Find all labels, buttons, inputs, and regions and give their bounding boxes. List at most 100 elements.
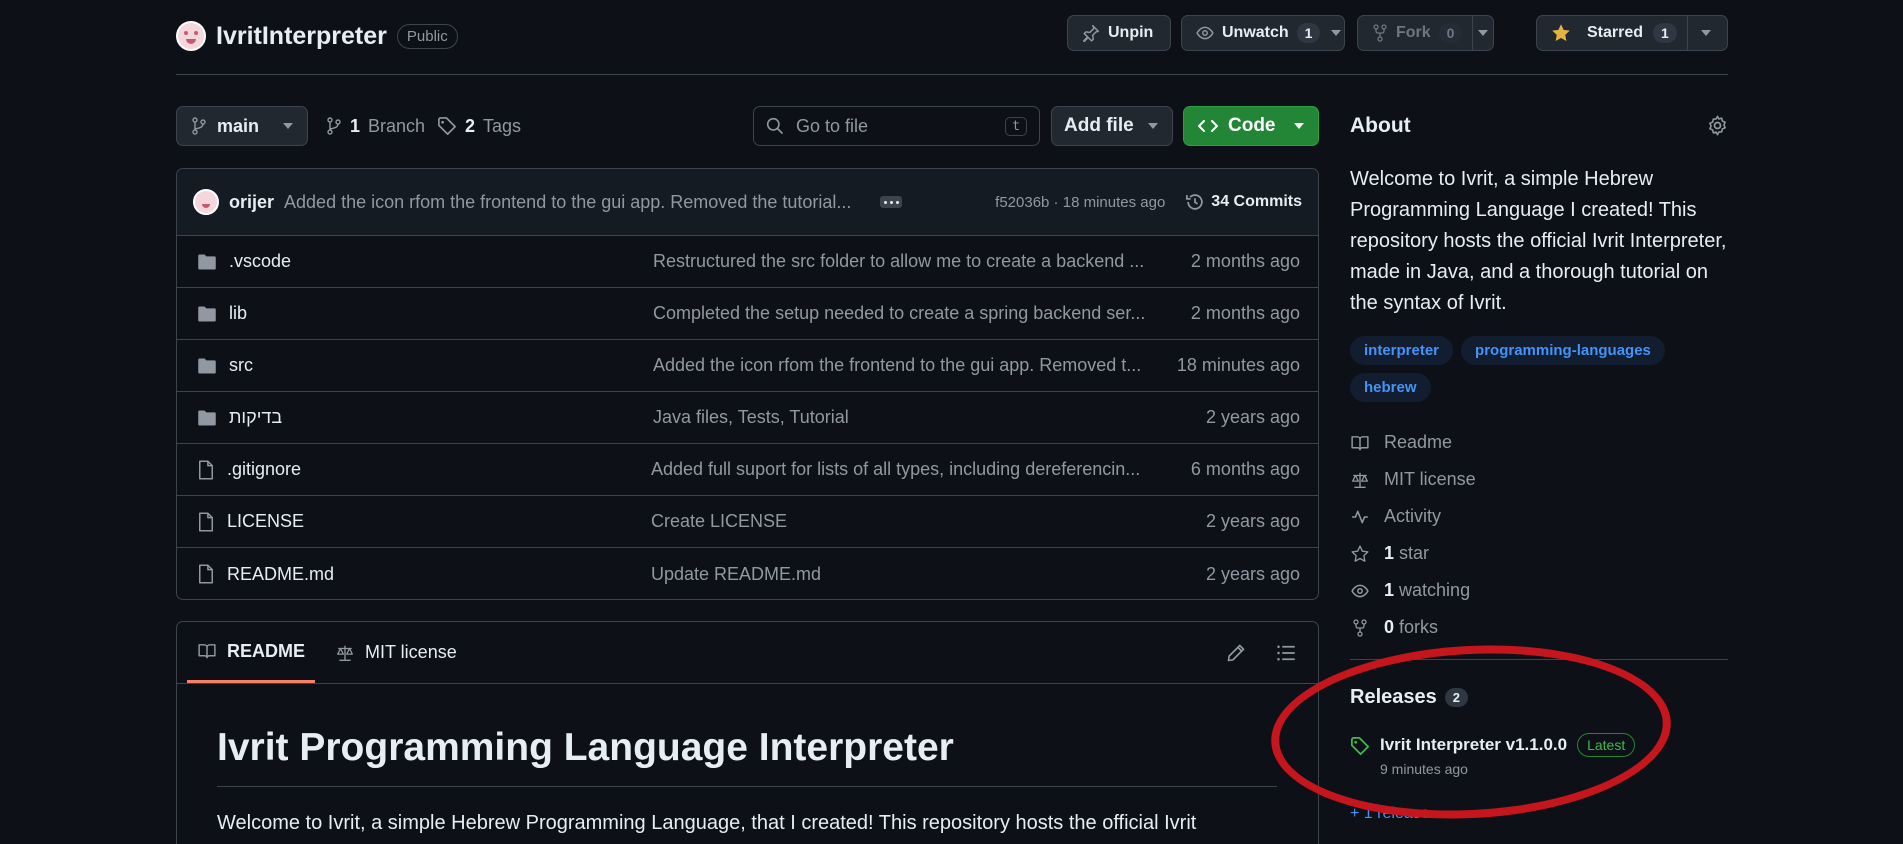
file-name[interactable]: .vscode <box>229 251 653 272</box>
file-row[interactable]: בדיקות Java files, Tests, Tutorial 2 years… <box>177 392 1318 444</box>
branch-label: Branch <box>368 115 426 136</box>
branch-icon <box>191 117 207 135</box>
topic-tag[interactable]: interpreter <box>1350 336 1454 365</box>
search-icon <box>766 117 784 135</box>
file-name[interactable]: README.md <box>227 564 651 585</box>
list-icon[interactable] <box>1276 643 1296 663</box>
branch-count: 1 <box>350 115 361 136</box>
readme-tabs: README MIT license <box>177 622 1318 684</box>
file-commit-date: 2 years ago <box>1205 511 1300 531</box>
expand-message-button[interactable] <box>880 196 903 208</box>
chevron-down-icon <box>1147 123 1158 129</box>
file-row[interactable]: README.md Update README.md 2 years ago <box>177 548 1318 599</box>
file-icon <box>197 512 215 532</box>
pulse-icon <box>1350 508 1370 526</box>
file-commit-message[interactable]: Added the icon rfom the frontend to the … <box>653 355 1177 376</box>
file-commit-message[interactable]: Restructured the src folder to allow me … <box>653 251 1191 272</box>
file-name[interactable]: lib <box>229 303 653 324</box>
gear-icon[interactable] <box>1707 115 1728 136</box>
file-browser: orijer Added the icon rfom the frontend … <box>176 168 1319 600</box>
file-commit-date: 18 minutes ago <box>1176 355 1300 375</box>
topic-tag[interactable]: programming-languages <box>1461 336 1665 365</box>
branch-selector[interactable]: main <box>176 106 308 146</box>
pencil-icon[interactable] <box>1226 643 1246 663</box>
tags-link[interactable]: 2 Tags <box>437 106 521 146</box>
file-icon <box>197 564 215 584</box>
about-description: Welcome to Ivrit, a simple Hebrew Progra… <box>1350 168 1727 314</box>
stars-link[interactable]: 1 star <box>1350 535 1476 572</box>
visibility-badge: Public <box>396 23 458 49</box>
book-icon <box>1350 434 1370 452</box>
file-row[interactable]: .gitignore Added full suport for lists of… <box>177 444 1318 496</box>
unpin-label: Unpin <box>1108 24 1154 41</box>
starred-button[interactable]: Starred 1 <box>1536 15 1728 51</box>
readme-actions <box>1226 643 1318 663</box>
activity-link-label: Activity <box>1384 506 1442 526</box>
go-to-file-input[interactable]: Go to file t <box>753 106 1040 146</box>
file-row[interactable]: LICENSE Create LICENSE 2 years ago <box>177 496 1318 548</box>
chevron-down-icon[interactable] <box>1328 16 1344 50</box>
file-name[interactable]: LICENSE <box>227 511 651 532</box>
readme-intro: Welcome to Ivrit, a simple Hebrew Progra… <box>217 812 1197 834</box>
about-title: About <box>1350 114 1411 137</box>
watching-link[interactable]: 1 watching <box>1350 572 1476 609</box>
folder-icon <box>197 409 217 427</box>
chevron-down-icon[interactable] <box>1472 16 1493 50</box>
file-commit-message[interactable]: Added full suport for lists of all types… <box>651 459 1191 480</box>
file-commit-message[interactable]: Java files, Tests, Tutorial <box>653 407 1206 428</box>
stars-count: 1 <box>1384 543 1395 563</box>
commits-count: 34 Commits <box>1211 193 1302 210</box>
unpin-button[interactable]: Unpin <box>1067 15 1171 51</box>
file-row[interactable]: src Added the icon rfom the frontend to t… <box>177 340 1318 392</box>
license-link[interactable]: MIT license <box>1350 461 1476 498</box>
author-avatar[interactable] <box>193 189 219 215</box>
file-row[interactable]: .vscode Restructured the src folder to al… <box>177 236 1318 288</box>
commits-link[interactable]: 34 Commits <box>1185 192 1302 212</box>
file-commit-message[interactable]: Create LICENSE <box>651 511 1206 532</box>
repo-name[interactable]: IvritInterpreter <box>216 22 387 51</box>
stars-label: star <box>1399 543 1430 563</box>
chevron-down-icon <box>1294 123 1304 129</box>
commit-hash[interactable]: f52036b · 18 minutes ago <box>995 194 1165 211</box>
forks-link[interactable]: 0 forks <box>1350 609 1476 646</box>
fork-button[interactable]: Fork 0 <box>1357 15 1494 51</box>
eye-icon <box>1350 582 1370 600</box>
fork-icon <box>1372 24 1388 42</box>
tab-readme[interactable]: README <box>187 622 316 683</box>
code-icon <box>1198 118 1218 134</box>
chevron-down-icon[interactable] <box>1686 16 1725 50</box>
owner-avatar[interactable] <box>176 21 206 51</box>
file-commit-date: 6 months ago <box>1190 459 1300 479</box>
branch-name: main <box>217 115 260 136</box>
tab-license-label: MIT license <box>365 642 457 662</box>
readme-title: Ivrit Programming Language Interpreter <box>217 726 954 769</box>
shortcut-key: t <box>1005 116 1027 136</box>
readme-link[interactable]: Readme <box>1350 424 1476 461</box>
file-name[interactable]: src <box>229 355 653 376</box>
forks-label: forks <box>1399 617 1439 637</box>
file-commit-message[interactable]: Update README.md <box>651 564 1206 585</box>
license-link-label: MIT license <box>1384 469 1476 489</box>
branch-icon <box>326 117 342 135</box>
file-commit-date: 2 years ago <box>1205 407 1300 427</box>
file-name[interactable]: .gitignore <box>227 459 651 480</box>
activity-link[interactable]: Activity <box>1350 498 1476 535</box>
tag-label: Tags <box>483 115 522 136</box>
code-button[interactable]: Code <box>1183 106 1319 146</box>
file-row[interactable]: lib Completed the setup needed to create … <box>177 288 1318 340</box>
file-name[interactable]: בדיקות <box>229 407 653 428</box>
tab-readme-label: README <box>227 640 306 661</box>
topic-tag[interactable]: hebrew <box>1350 373 1431 402</box>
commit-message[interactable]: Added the icon rfom the frontend to the … <box>284 192 864 213</box>
add-file-button[interactable]: Add file <box>1051 106 1173 146</box>
file-commit-date: 2 years ago <box>1205 563 1300 584</box>
branches-link[interactable]: 1 Branch <box>326 106 425 146</box>
eye-icon <box>1196 24 1214 42</box>
file-commit-message[interactable]: Completed the setup needed to create a s… <box>653 303 1191 324</box>
add-file-label: Add file <box>1064 115 1134 136</box>
readme-link-label: Readme <box>1384 432 1453 452</box>
commit-author[interactable]: orijer <box>229 192 274 213</box>
star-icon <box>1350 544 1370 563</box>
tab-license[interactable]: MIT license <box>325 622 467 683</box>
unwatch-button[interactable]: Unwatch 1 <box>1181 15 1345 51</box>
